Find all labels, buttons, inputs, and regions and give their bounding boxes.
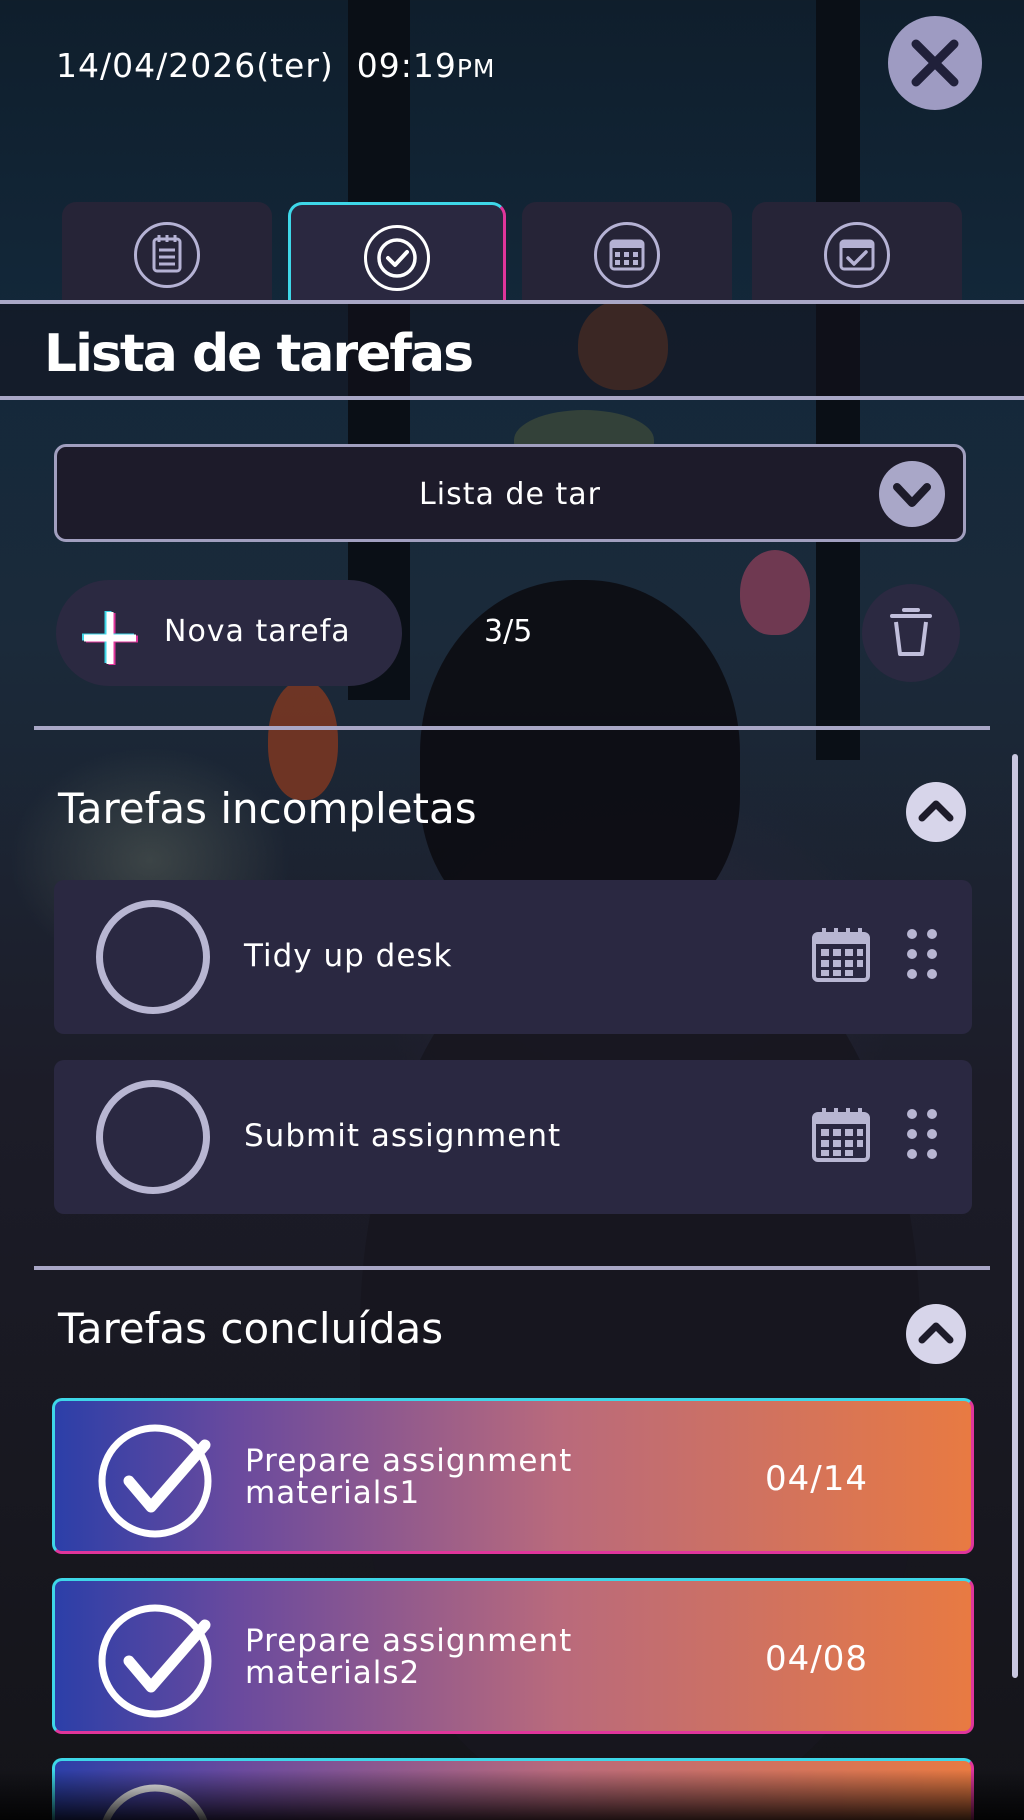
calendar-icon[interactable] — [812, 1106, 870, 1164]
close-icon — [911, 39, 959, 87]
checkmark-circle-icon[interactable] — [93, 1595, 223, 1719]
datetime: 14/04/2026(ter) 09:19PM — [56, 46, 496, 85]
incomplete-section-title: Tarefas incompletas — [58, 784, 477, 833]
completed-task-label: Prepare assignment materials2 — [245, 1623, 573, 1691]
tab-schedule[interactable] — [752, 202, 962, 302]
completed-task-date: 04/14 — [765, 1459, 868, 1499]
calendar-icon[interactable] — [812, 926, 870, 984]
time-text: 09:19 — [356, 46, 457, 85]
divider — [34, 726, 990, 730]
completed-task-label: Prepare assignment materials1 — [245, 1443, 573, 1511]
title-band: Lista de tarefas — [0, 300, 1024, 400]
ampm-text: PM — [456, 54, 496, 83]
task-row[interactable]: Tidy up desk — [54, 880, 972, 1034]
completed-task-date: 04/08 — [765, 1639, 868, 1679]
bottom-fade — [0, 1770, 1024, 1820]
task-row[interactable]: Submit assignment — [54, 1060, 972, 1214]
scrollbar[interactable] — [1012, 754, 1018, 1678]
tab-tasks[interactable] — [288, 202, 506, 302]
task-label: Submit assignment — [244, 1118, 562, 1154]
page-title: Lista de tarefas — [44, 324, 474, 384]
chevron-up-icon — [918, 1322, 954, 1344]
divider — [34, 1266, 990, 1270]
notepad-icon — [152, 235, 182, 273]
drag-handle-icon[interactable] — [902, 926, 942, 986]
background-balloon — [268, 680, 338, 800]
delete-button[interactable] — [862, 584, 960, 682]
background-balloon — [740, 550, 810, 635]
collapse-incomplete-button[interactable] — [906, 782, 966, 842]
completed-section-title: Tarefas concluídas — [58, 1304, 444, 1353]
completed-task-row[interactable]: Prepare assignment materials1 04/14 — [52, 1398, 974, 1554]
trash-icon — [890, 608, 932, 656]
completed-task-row[interactable]: Prepare assignment materials2 04/08 — [52, 1578, 974, 1734]
list-select-value: Lista de tar — [419, 477, 601, 512]
checkmark-circle-icon — [377, 238, 417, 278]
calendar-check-icon — [839, 239, 875, 271]
plus-icon — [82, 611, 138, 665]
calendar-icon — [609, 239, 645, 271]
task-count: 3/5 — [484, 614, 533, 649]
tab-calendar[interactable] — [522, 202, 732, 302]
new-task-label: Nova tarefa — [164, 614, 351, 649]
collapse-completed-button[interactable] — [906, 1304, 966, 1364]
date-text: 14/04/2026(ter) — [56, 46, 334, 85]
task-checkbox[interactable] — [96, 900, 210, 1014]
tab-notes[interactable] — [62, 202, 272, 302]
task-checkbox[interactable] — [96, 1080, 210, 1194]
drag-handle-icon[interactable] — [902, 1106, 942, 1166]
chevron-up-icon — [918, 800, 954, 822]
new-task-button[interactable]: Nova tarefa — [56, 580, 402, 686]
close-button[interactable] — [888, 16, 982, 110]
list-select[interactable]: Lista de tar — [54, 444, 966, 542]
task-label: Tidy up desk — [244, 938, 453, 974]
chevron-down-icon[interactable] — [879, 461, 945, 527]
checkmark-circle-icon[interactable] — [93, 1415, 223, 1539]
